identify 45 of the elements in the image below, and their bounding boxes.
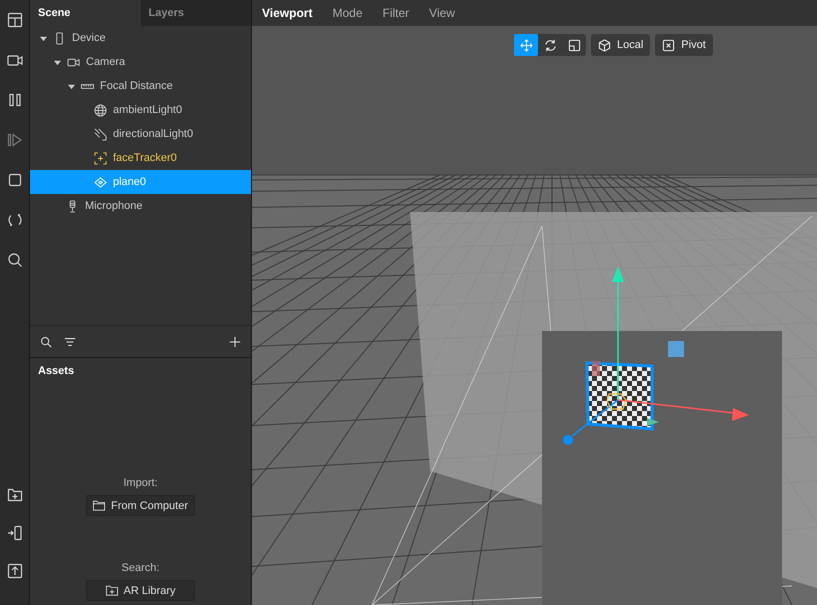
menu-item[interactable]: Filter xyxy=(382,6,410,20)
add-icon[interactable] xyxy=(229,336,241,348)
boxed-x-icon xyxy=(662,38,676,52)
tree-item[interactable]: ambientLight0 xyxy=(30,98,251,122)
face-tracker-icon xyxy=(94,152,107,164)
ar-library-button[interactable]: AR Library xyxy=(86,580,195,601)
expand-caret-icon[interactable] xyxy=(54,58,61,66)
tree-item[interactable]: Microphone xyxy=(30,194,251,218)
step-play-icon[interactable] xyxy=(6,132,22,148)
expand-caret-icon[interactable] xyxy=(68,82,75,90)
tree-item[interactable]: Focal Distance xyxy=(30,74,251,98)
globe-icon xyxy=(94,104,107,116)
move-arrows-icon xyxy=(520,38,532,52)
folder-add-icon xyxy=(106,585,118,596)
folder-add-icon[interactable] xyxy=(6,487,22,503)
tree-item[interactable]: Camera xyxy=(30,50,251,74)
stop-icon[interactable] xyxy=(6,172,22,188)
pivot-button[interactable]: Pivot xyxy=(655,34,713,56)
from-computer-button[interactable]: From Computer xyxy=(86,495,195,516)
expand-caret-icon[interactable] xyxy=(40,34,47,42)
rotate-icon xyxy=(544,38,556,52)
cube-icon xyxy=(598,38,611,52)
menu-item[interactable]: View xyxy=(429,6,455,20)
search-icon[interactable] xyxy=(40,336,52,348)
upload-icon[interactable] xyxy=(6,563,22,579)
panel-title: Assets xyxy=(37,364,76,379)
refresh-icon[interactable] xyxy=(6,212,22,228)
pause-icon[interactable] xyxy=(6,92,22,108)
menu-item[interactable]: Viewport xyxy=(262,6,312,20)
folder-icon xyxy=(92,500,105,511)
search-icon[interactable] xyxy=(6,252,22,268)
send-to-device-icon[interactable] xyxy=(6,525,22,541)
search-label: Search: xyxy=(122,562,160,574)
scale-icon xyxy=(568,38,580,52)
tree-item[interactable]: Device xyxy=(30,26,251,50)
tree-item[interactable]: directionalLight0 xyxy=(30,122,251,146)
tree-item[interactable]: faceTracker0 xyxy=(30,146,251,170)
menu-item[interactable]: Mode xyxy=(332,6,362,20)
panel-tab[interactable]: Layers xyxy=(140,0,251,26)
diagonal-arrows-icon xyxy=(94,128,107,140)
filter-icon[interactable] xyxy=(64,336,76,348)
import-label: Import: xyxy=(123,477,158,489)
layout-icon[interactable] xyxy=(6,12,22,28)
plane-icon xyxy=(94,176,107,188)
local-space-button[interactable]: Local xyxy=(591,34,650,56)
